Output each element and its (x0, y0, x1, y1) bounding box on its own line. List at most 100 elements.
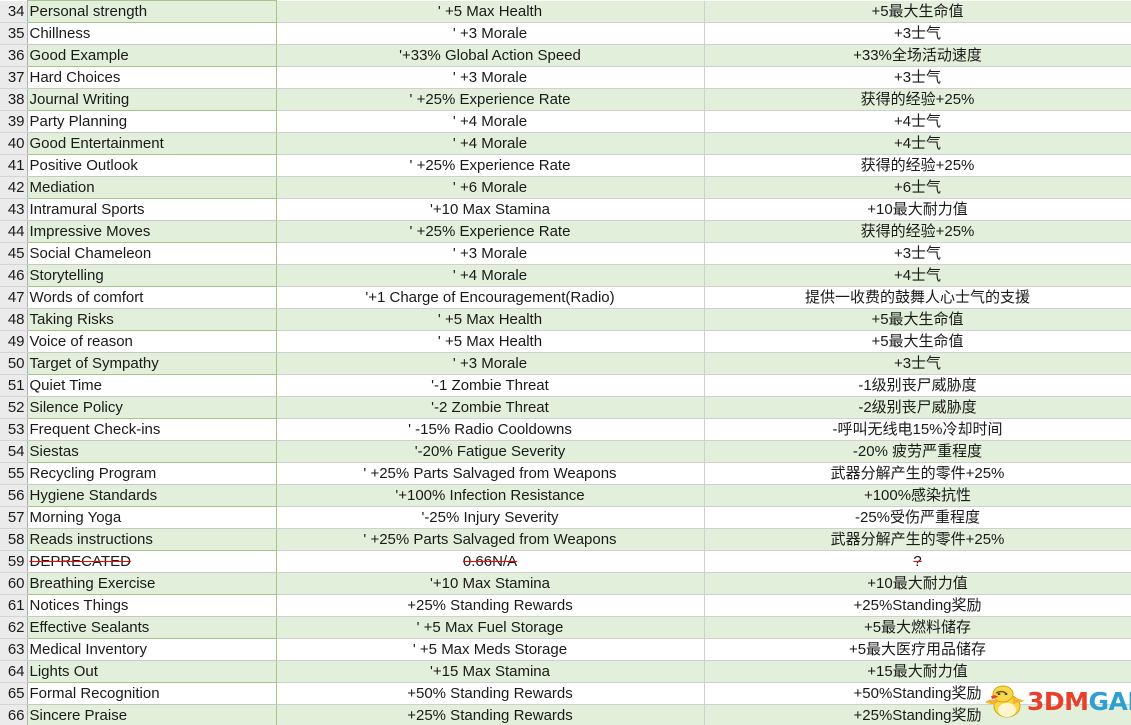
cell-effect-english[interactable]: ' +25% Experience Rate (276, 154, 705, 177)
cell-effect-english[interactable]: ' +6 Morale (276, 176, 705, 199)
cell-effect-english[interactable]: ' +5 Max Fuel Storage (276, 616, 705, 639)
row-number-header[interactable]: 61 (0, 594, 28, 617)
cell-effect-chinese[interactable]: +25%Standing奖励 (704, 704, 1131, 725)
table-row[interactable]: 46 Storytelling ' +4 Morale +4士气 (0, 264, 1131, 287)
cell-effect-chinese[interactable]: 武器分解产生的零件+25% (704, 462, 1131, 485)
table-row[interactable]: 55 Recycling Program ' +25% Parts Salvaged… (0, 462, 1131, 485)
cell-trait-name[interactable]: DEPRECATED (27, 550, 277, 573)
table-row[interactable]: 52 Silence Policy '-2 Zombie Threat -2级别丧尸威… (0, 396, 1131, 419)
table-row[interactable]: 39 Party Planning ' +4 Morale +4士气 (0, 110, 1131, 133)
row-number-header[interactable]: 45 (0, 242, 28, 265)
cell-effect-chinese[interactable]: 获得的经验+25% (704, 154, 1131, 177)
cell-effect-english[interactable]: '-1 Zombie Threat (276, 374, 705, 397)
cell-effect-chinese[interactable]: -2级别丧尸威胁度 (704, 396, 1131, 419)
cell-effect-english[interactable]: ' -15% Radio Cooldowns (276, 418, 705, 441)
row-number-header[interactable]: 55 (0, 462, 28, 485)
cell-effect-chinese[interactable]: +4士气 (704, 110, 1131, 133)
table-row[interactable]: 61 Notices Things +25% Standing Rewards +25… (0, 594, 1131, 617)
spreadsheet-grid[interactable]: 34 Personal strength ' +5 Max Health +5最大生命… (0, 0, 1131, 725)
cell-effect-english[interactable]: ' +3 Morale (276, 66, 705, 89)
cell-trait-name[interactable]: Medical Inventory (27, 638, 277, 661)
cell-effect-english[interactable]: '-25% Injury Severity (276, 506, 705, 529)
table-row[interactable]: 56 Hygiene Standards '+100% Infection Resi… (0, 484, 1131, 507)
row-number-header[interactable]: 42 (0, 176, 28, 199)
table-row[interactable]: 47 Words of comfort '+1 Charge of Encourag… (0, 286, 1131, 309)
cell-effect-chinese[interactable]: 武器分解产生的零件+25% (704, 528, 1131, 551)
row-number-header[interactable]: 57 (0, 506, 28, 529)
cell-trait-name[interactable]: Personal strength (27, 0, 277, 23)
cell-effect-chinese[interactable]: +10最大耐力值 (704, 572, 1131, 595)
row-number-header[interactable]: 36 (0, 44, 28, 67)
table-row[interactable]: 40 Good Entertainment ' +4 Morale +4士气 (0, 132, 1131, 155)
cell-effect-chinese[interactable]: ? (704, 550, 1131, 573)
cell-trait-name[interactable]: Siestas (27, 440, 277, 463)
row-number-header[interactable]: 48 (0, 308, 28, 331)
table-row[interactable]: 57 Morning Yoga '-25% Injury Severity -25%受… (0, 506, 1131, 529)
cell-effect-chinese[interactable]: 获得的经验+25% (704, 88, 1131, 111)
cell-trait-name[interactable]: Morning Yoga (27, 506, 277, 529)
row-number-header[interactable]: 37 (0, 66, 28, 89)
cell-effect-chinese[interactable]: +3士气 (704, 66, 1131, 89)
cell-effect-chinese[interactable]: -1级别丧尸威胁度 (704, 374, 1131, 397)
row-number-header[interactable]: 38 (0, 88, 28, 111)
table-row[interactable]: 50 Target of Sympathy ' +3 Morale +3士气 (0, 352, 1131, 375)
cell-trait-name[interactable]: Good Example (27, 44, 277, 67)
cell-effect-chinese[interactable]: +25%Standing奖励 (704, 594, 1131, 617)
table-row[interactable]: 54 Siestas '-20% Fatigue Severity -20% 疲劳严重… (0, 440, 1131, 463)
cell-effect-chinese[interactable]: +10最大耐力值 (704, 198, 1131, 221)
cell-effect-english[interactable]: +50% Standing Rewards (276, 682, 705, 705)
row-number-header[interactable]: 52 (0, 396, 28, 419)
row-number-header[interactable]: 58 (0, 528, 28, 551)
row-number-header[interactable]: 44 (0, 220, 28, 243)
table-row[interactable]: 35 Chillness ' +3 Morale +3士气 (0, 22, 1131, 45)
cell-trait-name[interactable]: Storytelling (27, 264, 277, 287)
cell-trait-name[interactable]: Party Planning (27, 110, 277, 133)
cell-trait-name[interactable]: Quiet Time (27, 374, 277, 397)
cell-effect-chinese[interactable]: +5最大生命值 (704, 0, 1131, 23)
row-number-header[interactable]: 62 (0, 616, 28, 639)
cell-effect-chinese[interactable]: +4士气 (704, 132, 1131, 155)
cell-effect-chinese[interactable]: +5最大生命值 (704, 330, 1131, 353)
row-number-header[interactable]: 39 (0, 110, 28, 133)
cell-effect-english[interactable]: ' +4 Morale (276, 264, 705, 287)
cell-effect-chinese[interactable]: +5最大燃料储存 (704, 616, 1131, 639)
cell-effect-english[interactable]: +25% Standing Rewards (276, 594, 705, 617)
cell-trait-name[interactable]: Journal Writing (27, 88, 277, 111)
table-row[interactable]: 34 Personal strength ' +5 Max Health +5最大生命… (0, 0, 1131, 23)
row-number-header[interactable]: 35 (0, 22, 28, 45)
row-number-header[interactable]: 53 (0, 418, 28, 441)
cell-effect-chinese[interactable]: -20% 疲劳严重程度 (704, 440, 1131, 463)
cell-effect-english[interactable]: '-20% Fatigue Severity (276, 440, 705, 463)
table-row[interactable]: 48 Taking Risks ' +5 Max Health +5最大生命值 (0, 308, 1131, 331)
cell-effect-chinese[interactable]: -25%受伤严重程度 (704, 506, 1131, 529)
cell-effect-english[interactable]: +25% Standing Rewards (276, 704, 705, 725)
cell-trait-name[interactable]: Words of comfort (27, 286, 277, 309)
table-row[interactable]: 65 Formal Recognition +50% Standing Reward… (0, 682, 1131, 705)
row-number-header[interactable]: 60 (0, 572, 28, 595)
table-row[interactable]: 36 Good Example '+33% Global Action Speed +… (0, 44, 1131, 67)
cell-effect-english[interactable]: '-2 Zombie Threat (276, 396, 705, 419)
row-number-header[interactable]: 40 (0, 132, 28, 155)
table-row[interactable]: 59 DEPRECATED 0.66N/A? (0, 550, 1131, 573)
cell-effect-english[interactable]: '+1 Charge of Encouragement(Radio) (276, 286, 705, 309)
row-number-header[interactable]: 63 (0, 638, 28, 661)
row-number-header[interactable]: 65 (0, 682, 28, 705)
table-row[interactable]: 43 Intramural Sports '+10 Max Stamina +10最大… (0, 198, 1131, 221)
cell-effect-chinese[interactable]: +15最大耐力值 (704, 660, 1131, 683)
cell-trait-name[interactable]: Formal Recognition (27, 682, 277, 705)
cell-effect-chinese[interactable]: 获得的经验+25% (704, 220, 1131, 243)
cell-trait-name[interactable]: Intramural Sports (27, 198, 277, 221)
table-row[interactable]: 66 Sincere Praise +25% Standing Rewards +25… (0, 704, 1131, 725)
row-number-header[interactable]: 34 (0, 0, 28, 23)
cell-effect-chinese[interactable]: 提供一收费的鼓舞人心士气的支援 (704, 286, 1131, 309)
cell-effect-english[interactable]: '+10 Max Stamina (276, 572, 705, 595)
row-number-header[interactable]: 50 (0, 352, 28, 375)
cell-effect-chinese[interactable]: +3士气 (704, 352, 1131, 375)
cell-trait-name[interactable]: Hard Choices (27, 66, 277, 89)
cell-effect-chinese[interactable]: +6士气 (704, 176, 1131, 199)
cell-effect-english[interactable]: ' +25% Parts Salvaged from Weapons (276, 528, 705, 551)
cell-effect-english[interactable]: '+10 Max Stamina (276, 198, 705, 221)
cell-effect-chinese[interactable]: -呼叫无线电15%冷却时间 (704, 418, 1131, 441)
table-row[interactable]: 51 Quiet Time '-1 Zombie Threat -1级别丧尸威胁度 (0, 374, 1131, 397)
row-number-header[interactable]: 49 (0, 330, 28, 353)
